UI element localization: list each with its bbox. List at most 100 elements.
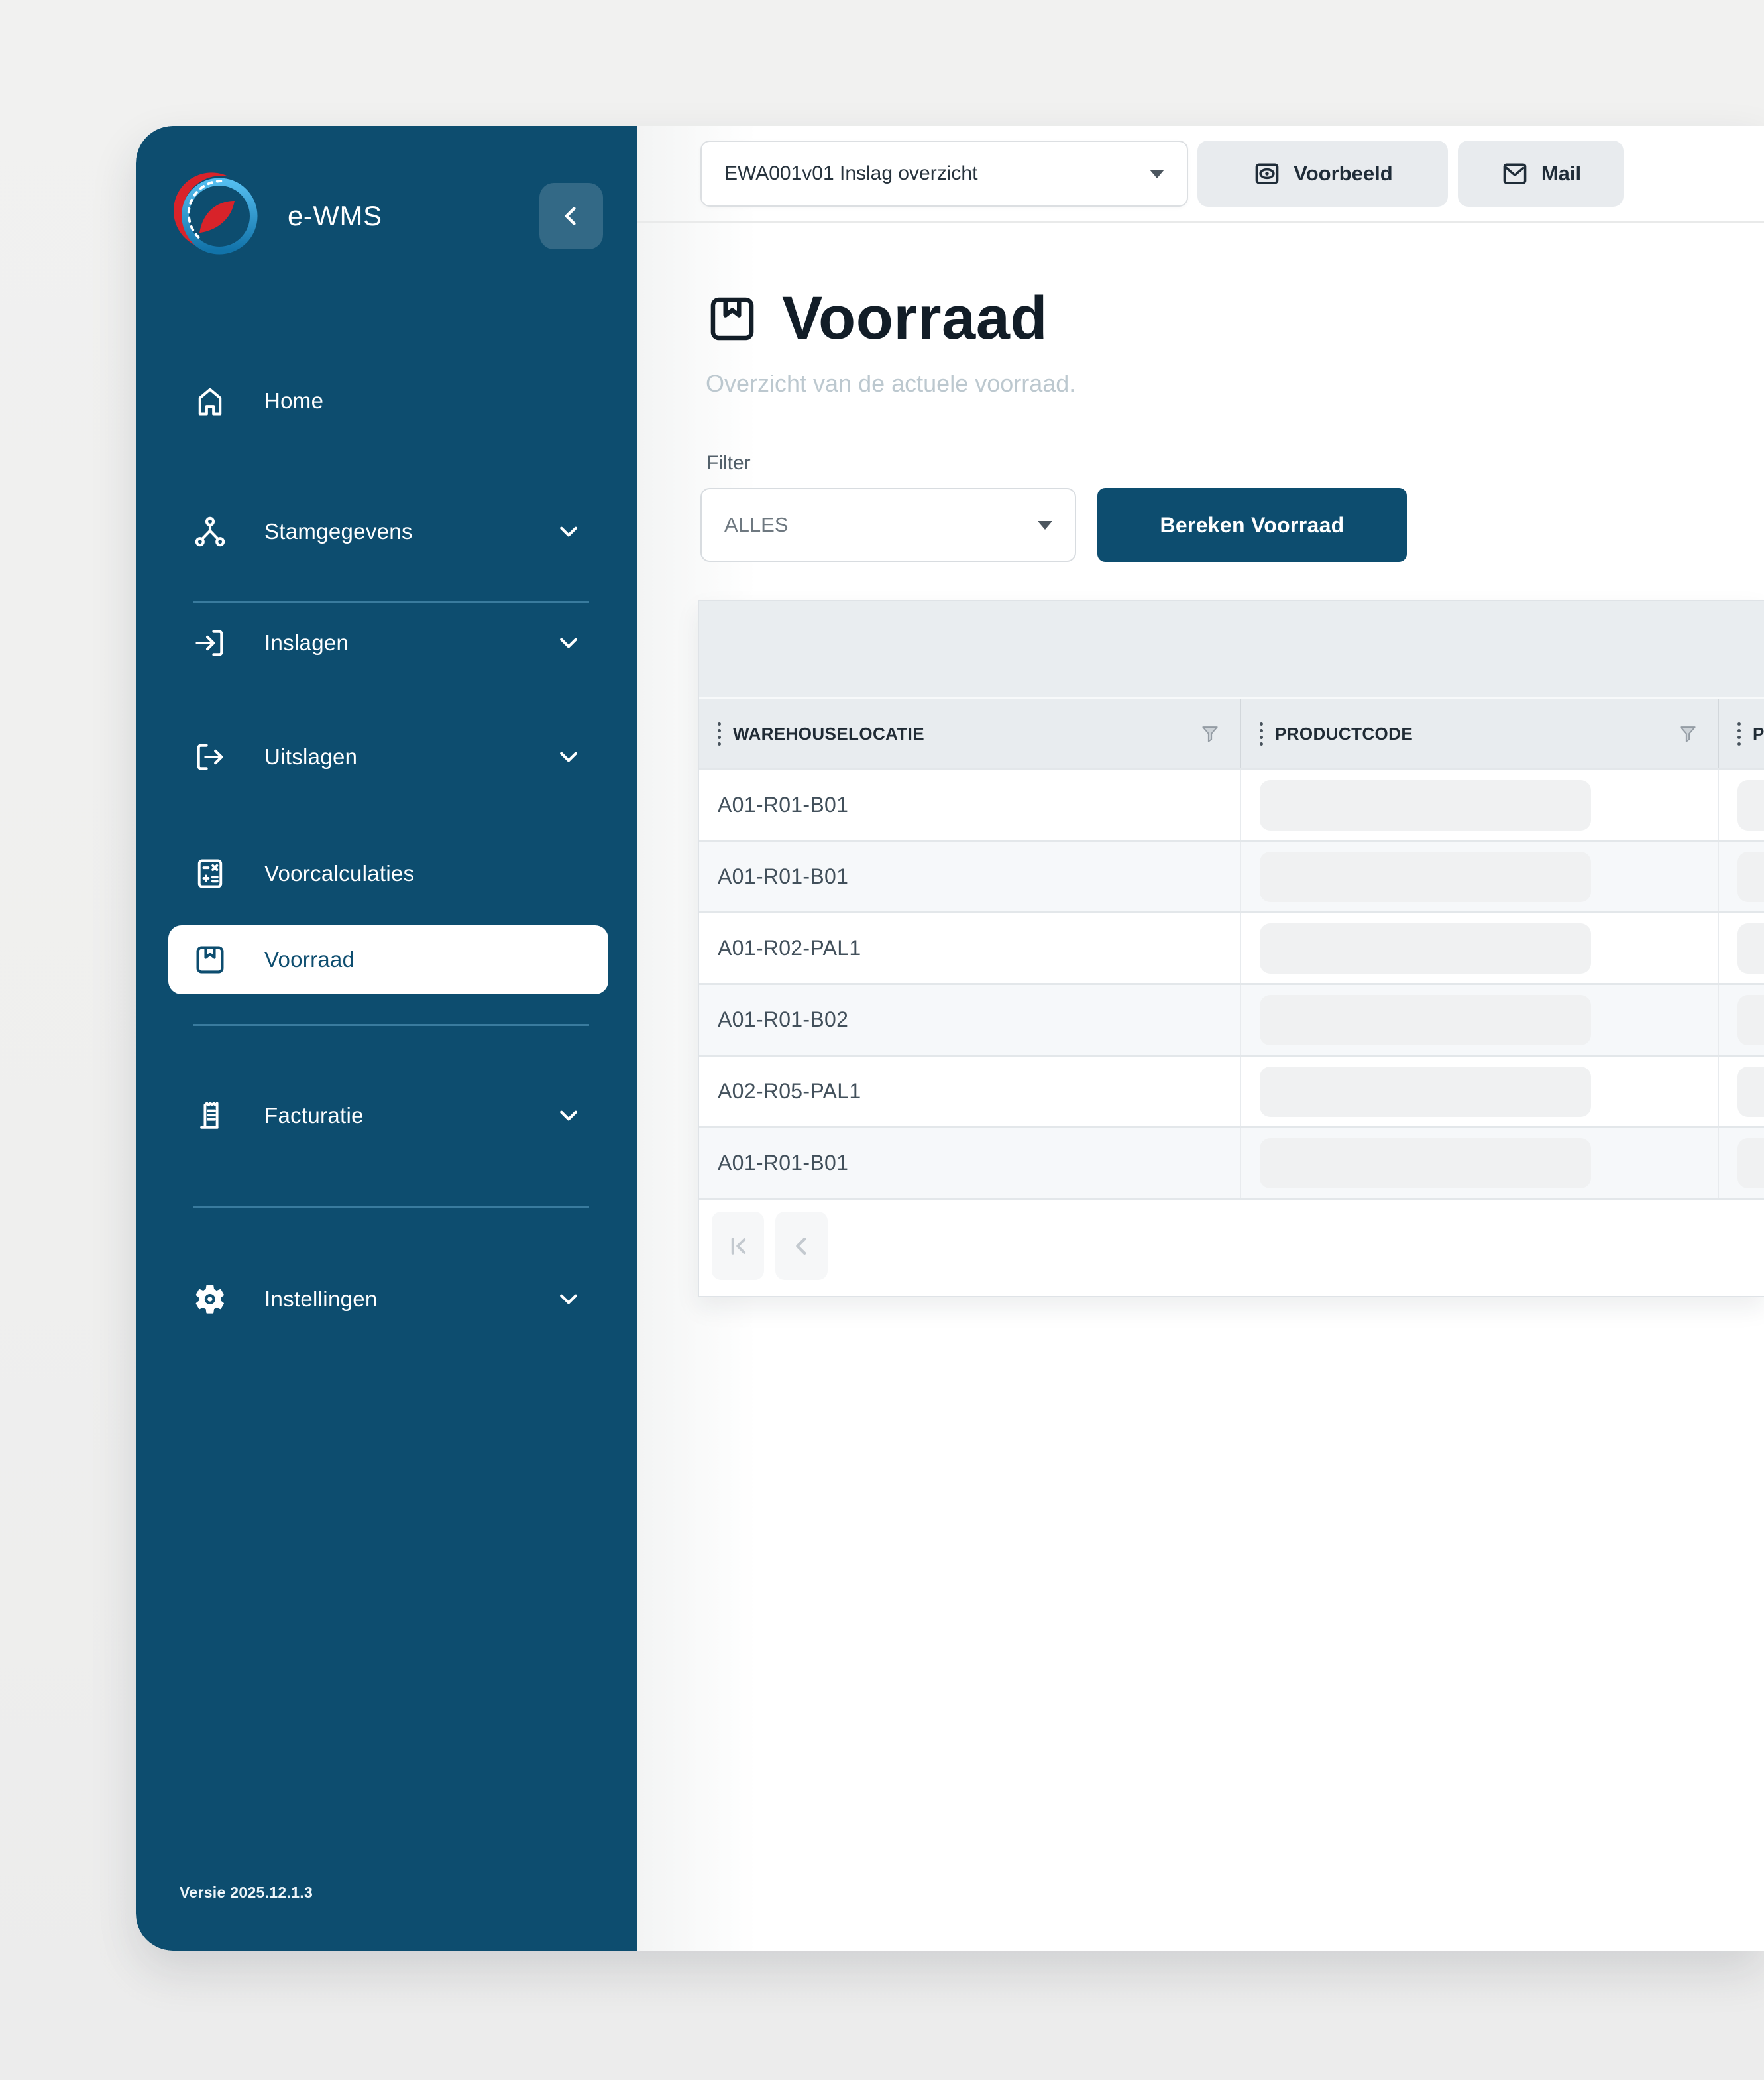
table-header-row: WAREHOUSELOCATIE PRODUCTCODE PR: [699, 699, 1764, 768]
sidebar-collapse-button[interactable]: [539, 183, 603, 249]
box-icon: [705, 292, 759, 346]
filter-select-value: ALLES: [724, 513, 789, 537]
redacted-cell: [1737, 923, 1764, 974]
redacted-productcode-cell: [1260, 852, 1591, 902]
stock-table: WAREHOUSELOCATIE PRODUCTCODE PR A01-R01-: [698, 600, 1764, 1297]
drag-handle-icon[interactable]: [1737, 722, 1741, 746]
app-window: e-WMS Home Stamgegevens Inslagen Uitslag…: [136, 126, 1764, 1951]
chevron-down-icon: [555, 1102, 582, 1129]
page-subtitle: Overzicht van de actuele voorraad.: [706, 370, 1075, 398]
sidebar-item-instellingen[interactable]: Instellingen: [136, 1277, 637, 1321]
filter-select[interactable]: ALLES: [700, 488, 1076, 562]
column-header-productcode[interactable]: PRODUCTCODE: [1240, 699, 1718, 768]
filter-funnel-icon[interactable]: [1199, 722, 1221, 745]
chevron-left-icon: [789, 1233, 815, 1259]
sidebar-item-label: Voorraad: [264, 947, 355, 972]
sidebar-item-voorcalculaties[interactable]: Voorcalculaties: [136, 852, 637, 896]
table-row[interactable]: A01-R01-B02: [699, 983, 1764, 1055]
warehouse-location-cell: A01-R01-B01: [718, 864, 848, 889]
redacted-productcode-cell: [1260, 995, 1591, 1045]
column-header-pr-truncated[interactable]: PR: [1718, 699, 1764, 768]
column-header-label: PR: [1753, 724, 1764, 744]
mail-icon: [1500, 159, 1529, 188]
sidebar-item-label: Instellingen: [264, 1287, 378, 1312]
redacted-productcode-cell: [1260, 780, 1591, 831]
sidebar-item-facturatie[interactable]: Facturatie: [136, 1094, 637, 1137]
brand-title: e-WMS: [288, 200, 382, 232]
report-select[interactable]: EWA001v01 Inslag overzicht: [700, 141, 1188, 207]
drag-handle-icon[interactable]: [718, 722, 721, 746]
chevron-left-icon: [557, 202, 585, 230]
hierarchy-icon: [193, 514, 227, 549]
column-header-label: PRODUCTCODE: [1275, 724, 1413, 744]
table-pagination: [699, 1198, 1764, 1292]
box-icon: [193, 943, 227, 977]
calculator-icon: [193, 856, 227, 891]
warehouse-location-cell: A01-R01-B01: [718, 793, 848, 817]
mail-button[interactable]: Mail: [1458, 141, 1624, 207]
redacted-productcode-cell: [1260, 923, 1591, 974]
sidebar-item-home[interactable]: Home: [136, 379, 637, 423]
redacted-cell: [1737, 780, 1764, 831]
redacted-productcode-cell: [1260, 1067, 1591, 1117]
page-title: Voorraad: [782, 284, 1048, 353]
ewms-logo: [174, 170, 265, 262]
drag-handle-icon[interactable]: [1260, 722, 1263, 746]
redacted-cell: [1737, 995, 1764, 1045]
table-row[interactable]: A02-R05-PAL1: [699, 1055, 1764, 1126]
gear-icon: [193, 1282, 227, 1316]
sidebar-item-label: Inslagen: [264, 630, 349, 656]
warehouse-location-cell: A01-R01-B02: [718, 1008, 848, 1032]
first-page-icon: [725, 1233, 751, 1259]
sidebar-header: e-WMS: [174, 170, 603, 262]
eye-preview-icon: [1252, 159, 1282, 188]
sidebar-item-label: Voorcalculaties: [264, 861, 414, 886]
sidebar-item-stamgegevens[interactable]: Stamgegevens: [136, 510, 637, 553]
warehouse-location-cell: A01-R01-B01: [718, 1151, 848, 1175]
main-content: EWA001v01 Inslag overzicht Voorbeeld Mai…: [637, 126, 1764, 1951]
version-label: Versie 2025.12.1.3: [180, 1884, 313, 1902]
redacted-cell: [1737, 1138, 1764, 1188]
chevron-down-icon: [555, 1286, 582, 1312]
redacted-cell: [1737, 1067, 1764, 1117]
caret-down-icon: [1038, 521, 1052, 530]
table-row[interactable]: A01-R01-B01: [699, 840, 1764, 911]
column-header-warehouselocatie[interactable]: WAREHOUSELOCATIE: [699, 699, 1240, 768]
table-row[interactable]: A01-R02-PAL1: [699, 911, 1764, 983]
sidebar-item-label: Facturatie: [264, 1103, 364, 1128]
invoice-icon: [193, 1098, 227, 1133]
first-page-button[interactable]: [712, 1212, 764, 1280]
sidebar-item-voorraad[interactable]: Voorraad: [168, 925, 608, 994]
chevron-down-icon: [555, 630, 582, 656]
redacted-productcode-cell: [1260, 1138, 1591, 1188]
preview-button[interactable]: Voorbeeld: [1197, 141, 1448, 207]
table-row[interactable]: A01-R01-B01: [699, 768, 1764, 840]
chevron-down-icon: [555, 518, 582, 545]
home-icon: [193, 384, 227, 418]
topbar: EWA001v01 Inslag overzicht Voorbeeld Mai…: [637, 126, 1764, 223]
sidebar-item-label: Home: [264, 388, 323, 414]
sidebar: e-WMS Home Stamgegevens Inslagen Uitslag…: [136, 126, 637, 1951]
sidebar-divider: [193, 1206, 589, 1208]
report-select-value: EWA001v01 Inslag overzicht: [724, 162, 977, 185]
sidebar-item-inslagen[interactable]: Inslagen: [136, 621, 637, 665]
table-toolbar: [699, 601, 1764, 699]
mail-button-label: Mail: [1541, 162, 1581, 186]
login-arrow-icon: [193, 626, 227, 660]
column-header-label: WAREHOUSELOCATIE: [733, 724, 924, 744]
warehouse-location-cell: A01-R02-PAL1: [718, 936, 861, 960]
sidebar-divider: [193, 1024, 589, 1026]
filter-funnel-icon[interactable]: [1677, 722, 1699, 745]
chevron-down-icon: [555, 744, 582, 770]
sidebar-item-uitslagen[interactable]: Uitslagen: [136, 735, 637, 779]
table-row[interactable]: A01-R01-B01: [699, 1126, 1764, 1198]
redacted-cell: [1737, 852, 1764, 902]
calculate-stock-button[interactable]: Bereken Voorraad: [1097, 488, 1407, 562]
filter-label: Filter: [706, 452, 751, 475]
sidebar-item-label: Uitslagen: [264, 744, 357, 770]
previous-page-button[interactable]: [775, 1212, 828, 1280]
page-header: Voorraad: [705, 284, 1048, 353]
warehouse-location-cell: A02-R05-PAL1: [718, 1079, 861, 1104]
caret-down-icon: [1150, 170, 1164, 178]
sidebar-divider: [193, 601, 589, 603]
